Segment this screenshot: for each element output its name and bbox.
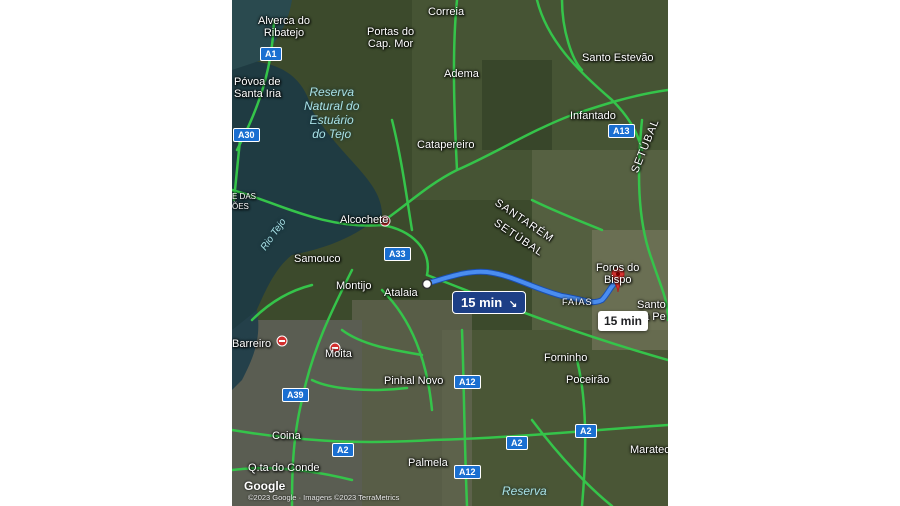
road-shield: A33 [384,247,411,261]
place-label: Atalaia [384,287,418,299]
place-label: Moita [325,348,352,360]
place-label: Póvoa de Santa Iria [234,76,282,100]
place-label: Infantado [570,110,616,122]
place-label: Santo Estevão [582,52,654,64]
route-duration: 15 min [461,295,503,310]
map-view[interactable]: Alverca do Ribatejo Correia Portas do Ca… [232,0,668,506]
place-label: Palmela [408,457,448,469]
place-label: Forninho [544,352,588,364]
road-shield: A13 [608,124,635,138]
place-label: Barreiro [232,338,272,350]
origin-marker[interactable] [421,278,433,290]
place-label: Q.ta do Conde [248,462,320,474]
place-label: Montijo [336,280,372,292]
road-shield: A12 [454,375,481,389]
road-shield: A12 [454,465,481,479]
road-shield: A2 [506,436,528,450]
place-label: Alverca do Ribatejo [258,15,310,39]
place-label: Samouco [294,253,341,265]
closure-icon[interactable] [276,335,288,347]
place-label: E DAS ÕES [232,192,257,211]
place-label: Pinhal Novo [384,375,444,387]
water-label: Reserva Natural do Estuário do Tejo [304,85,360,141]
attribution: ©2023 Google · Imagens ©2023 TerraMetric… [248,493,400,502]
place-label: Portas do Cap. Mor [367,26,415,50]
place-label: Marateca [630,444,668,456]
route-duration-chip[interactable]: 15 min ↘ [452,291,527,314]
road-shield: A30 [233,128,260,142]
road-shield: A39 [282,388,309,402]
place-label: Foros do Bispo [596,262,640,286]
road-shield: A1 [260,47,282,61]
place-label: Alcochete [340,214,389,226]
place-label: Coina [272,430,301,442]
place-label: Adema [444,68,479,80]
car-icon: ↘ [508,299,518,310]
place-label: Poceirão [566,374,610,386]
google-logo: Google [244,479,286,493]
destination-eta[interactable]: 15 min [598,311,649,331]
water-label: Reserva [502,484,547,498]
place-label: FAIAS [562,297,593,307]
place-label: Catapereiro [417,139,475,151]
place-label: Correia [428,6,465,18]
road-shield: A2 [575,424,597,438]
road-shield: A2 [332,443,354,457]
